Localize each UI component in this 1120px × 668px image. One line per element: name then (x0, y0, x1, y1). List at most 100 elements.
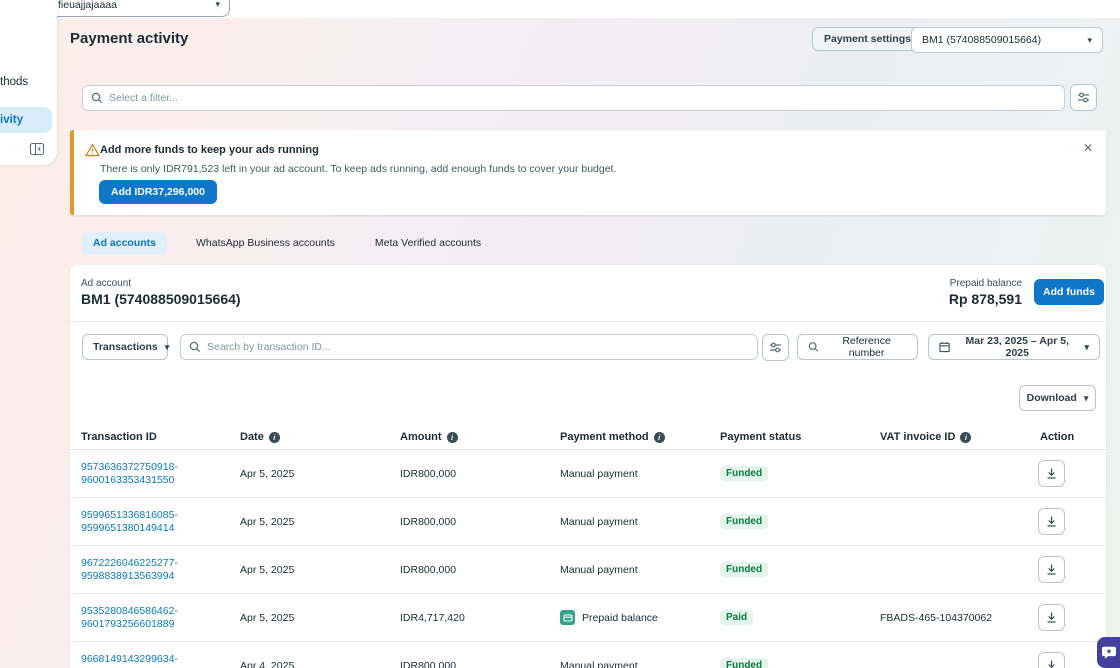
date-cell: Apr 5, 2025 (240, 564, 400, 576)
table-row: 9573636372750918-9600163353431550 Apr 5,… (70, 450, 1106, 498)
date-range-picker[interactable]: Mar 23, 2025 – Apr 5, 2025 ▾ (928, 334, 1100, 360)
ad-account-card: Ad account BM1 (574088509015664) Prepaid… (70, 265, 1106, 668)
collapse-sidebar-icon (29, 141, 45, 157)
transactions-label: Transactions (93, 341, 158, 353)
payment-method-cell: Manual payment (560, 516, 720, 528)
download-receipt-button[interactable] (1038, 460, 1065, 487)
account-selector-label: BM1 (574088509015664) (922, 34, 1041, 46)
business-selector-dropdown[interactable]: F fieuajjajaaaa ▾ (27, 0, 230, 17)
download-receipt-button[interactable] (1038, 508, 1065, 535)
action-cell (1038, 460, 1106, 487)
page-title: Payment activity (70, 30, 188, 47)
table-row: 9672226046225277-9598838913563994 Apr 5,… (70, 546, 1106, 594)
column-payment-status: Payment status (720, 431, 880, 443)
transaction-id-cell: 9573636372750918-9600163353431550 (81, 461, 240, 487)
download-receipt-button[interactable] (1038, 652, 1065, 668)
payment-status-cell: Funded (720, 562, 880, 577)
prepaid-balance-icon (560, 610, 575, 625)
action-cell (1038, 652, 1106, 668)
filter-options-button[interactable] (1070, 84, 1097, 111)
column-amount: Amounti (400, 431, 560, 443)
transaction-id-link[interactable]: 9573636372750918-9600163353431550 (81, 461, 240, 487)
tab-whatsapp-business-accounts[interactable]: WhatsApp Business accounts (185, 232, 346, 255)
business-selector-label: fieuajjajaaaa (58, 0, 117, 11)
tab-ad-accounts[interactable]: Ad accounts (82, 232, 167, 255)
amount-cell: IDR4,717,420 (400, 612, 560, 624)
download-receipt-button[interactable] (1038, 556, 1065, 583)
payment-status-cell: Funded (720, 466, 880, 481)
date-cell: Apr 4, 2025 (240, 660, 400, 668)
transactions-dropdown[interactable]: Transactions ▾ (82, 334, 168, 360)
payment-status-cell: Funded (720, 658, 880, 668)
payment-status-cell: Funded (720, 514, 880, 529)
info-icon[interactable]: i (654, 432, 665, 443)
status-badge: Funded (720, 514, 768, 529)
transaction-id-link[interactable]: 9668149143299634-9600495439165474 (81, 653, 240, 668)
date-range-label: Mar 23, 2025 – Apr 5, 2025 (957, 335, 1077, 359)
info-icon[interactable]: i (269, 432, 280, 443)
search-icon (91, 92, 103, 104)
column-date: Datei (240, 431, 400, 443)
column-action: Action (1038, 431, 1106, 443)
download-button[interactable]: Download ▾ (1019, 385, 1096, 411)
download-icon (1045, 563, 1058, 576)
support-chat-button[interactable] (1097, 637, 1120, 668)
download-icon (1045, 659, 1058, 668)
column-transaction-id: Transaction ID (81, 431, 240, 443)
status-badge: Funded (720, 562, 768, 577)
action-cell (1038, 604, 1106, 631)
transaction-search-input[interactable] (207, 341, 749, 353)
sidebar-item-payment-methods[interactable]: thods (0, 76, 28, 88)
payment-method-cell: Prepaid balance (560, 610, 720, 625)
sidebar-collapse-button[interactable] (29, 140, 46, 157)
transaction-id-link[interactable]: 9599651336816085-9599651380149414 (81, 509, 240, 535)
transaction-id-cell: 9599651336816085-9599651380149414 (81, 509, 240, 535)
download-icon (1045, 467, 1058, 480)
date-cell: Apr 5, 2025 (240, 612, 400, 624)
column-payment-method: Payment methodi (560, 431, 720, 443)
vat-invoice-cell: FBADS-465-104370062 (880, 612, 1038, 624)
payment-method-cell: Manual payment (560, 660, 720, 668)
date-cell: Apr 5, 2025 (240, 468, 400, 480)
payment-method-cell: Manual payment (560, 468, 720, 480)
calendar-icon (939, 341, 950, 353)
transaction-id-link[interactable]: 9672226046225277-9598838913563994 (81, 557, 240, 583)
payment-status-cell: Paid (720, 610, 880, 625)
date-cell: Apr 5, 2025 (240, 516, 400, 528)
info-icon[interactable]: i (960, 432, 971, 443)
table-row: 9535280846586462-9601793256601889 Apr 5,… (70, 594, 1106, 642)
download-receipt-button[interactable] (1038, 604, 1065, 631)
transaction-id-cell: 9672226046225277-9598838913563994 (81, 557, 240, 583)
action-cell (1038, 556, 1106, 583)
tab-meta-verified-accounts[interactable]: Meta Verified accounts (364, 232, 492, 255)
amount-cell: IDR800,000 (400, 660, 560, 668)
download-icon (1045, 611, 1058, 624)
search-icon (808, 341, 819, 353)
transaction-id-link[interactable]: 9535280846586462-9601793256601889 (81, 605, 240, 631)
action-cell (1038, 508, 1106, 535)
banner-body: There is only IDR791,523 left in your ad… (100, 163, 616, 175)
filter-input[interactable] (109, 92, 1056, 104)
chevron-down-icon: ▾ (1084, 394, 1089, 403)
payment-settings-button[interactable]: Payment settings (812, 27, 923, 51)
warning-icon (85, 143, 100, 157)
close-icon[interactable]: ✕ (1083, 141, 1093, 155)
table-row: 9668149143299634-9600495439165474 Apr 4,… (70, 642, 1106, 668)
banner-title: Add more funds to keep your ads running (100, 144, 319, 156)
reference-number-button[interactable]: Reference number (797, 334, 918, 360)
ad-account-label: Ad account (81, 278, 131, 289)
account-selector-dropdown[interactable]: BM1 (574088509015664) ▾ (911, 27, 1103, 53)
download-label: Download (1027, 392, 1077, 404)
info-icon[interactable]: i (447, 432, 458, 443)
add-funds-amount-button[interactable]: Add IDR37,296,000 (99, 180, 217, 204)
sidebar-item-payment-activity[interactable]: ivity (0, 107, 52, 133)
transaction-id-cell: 9668149143299634-9600495439165474 (81, 653, 240, 668)
add-funds-button[interactable]: Add funds (1034, 279, 1104, 305)
filter-search-bar (82, 85, 1065, 111)
transaction-filter-options-button[interactable] (762, 334, 789, 361)
account-type-tabs: Ad accounts WhatsApp Business accounts M… (82, 232, 492, 255)
amount-cell: IDR800,000 (400, 564, 560, 576)
table-header: Transaction ID Datei Amounti Payment met… (70, 425, 1106, 450)
amount-cell: IDR800,000 (400, 468, 560, 480)
transaction-id-cell: 9535280846586462-9601793256601889 (81, 605, 240, 631)
